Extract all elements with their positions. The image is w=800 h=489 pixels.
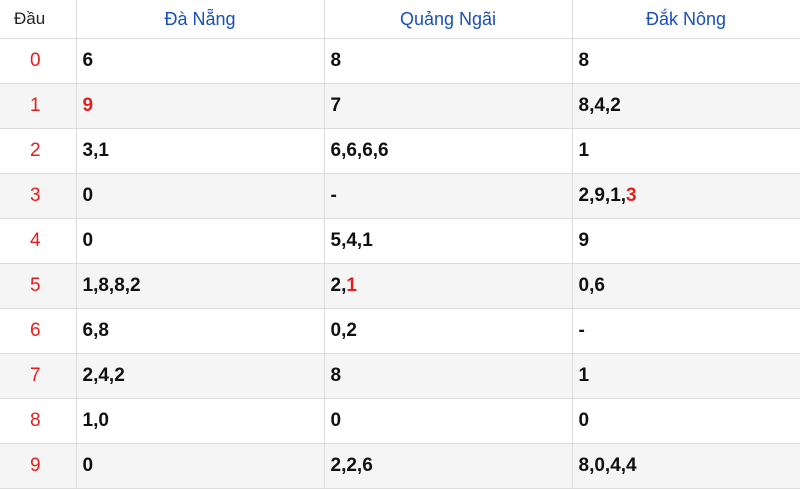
table-row: 4 0 5,4,1 9: [0, 218, 800, 264]
head-number: 7: [0, 353, 77, 399]
loto-cell: 1,8,8,2: [76, 263, 325, 309]
loto-cell: 1: [572, 128, 800, 174]
loto-cell: 3,1: [76, 128, 325, 174]
head-number: 1: [0, 83, 77, 129]
loto-cell: 1: [572, 353, 800, 399]
loto-values: 8: [330, 365, 342, 386]
loto-values: 6,8: [82, 320, 109, 341]
loto-cell: 2,9,1,3: [572, 173, 800, 219]
loto-cell: 0: [76, 173, 325, 219]
loto-cell: 2,1: [324, 263, 573, 309]
table-row: 1 9 7 8,4,2: [0, 83, 800, 129]
loto-cell: 6: [76, 38, 325, 84]
head-number: 0: [0, 38, 77, 84]
loto-cell: 0,6: [572, 263, 800, 309]
loto-values: 2,4,2: [82, 365, 125, 386]
loto-values: 5,4,1: [330, 230, 373, 251]
loto-values: 8: [578, 50, 590, 71]
loto-values: 0: [578, 410, 590, 431]
loto-values: 2,9,1,: [578, 185, 627, 206]
head-number: 2: [0, 128, 77, 174]
loto-values: 0: [82, 185, 94, 206]
loto-values: 8: [330, 50, 342, 71]
head-column-header: Đầu: [0, 0, 77, 39]
head-number: 6: [0, 308, 77, 354]
loto-values: 9: [578, 230, 590, 251]
loto-values: 1,0: [82, 410, 109, 431]
table-row: 8 1,0 0 0: [0, 398, 800, 444]
loto-cell: -: [324, 173, 573, 219]
loto-values: 0,6: [578, 275, 605, 296]
loto-cell: 0: [76, 218, 325, 264]
loto-cell: 8: [324, 38, 573, 84]
table-row: 5 1,8,8,2 2,1 0,6: [0, 263, 800, 309]
loto-values: 0: [82, 230, 94, 251]
loto-values: 1: [578, 365, 590, 386]
loto-values: 1: [578, 140, 590, 161]
loto-values: -: [578, 320, 585, 341]
loto-highlight: 1: [346, 275, 357, 296]
loto-cell: 0: [324, 398, 573, 444]
loto-cell: 8,4,2: [572, 83, 800, 129]
loto-cell: 5,4,1: [324, 218, 573, 264]
loto-values: 6: [82, 50, 94, 71]
loto-values: 7: [330, 95, 342, 116]
loto-cell: 8: [572, 38, 800, 84]
table-row: 7 2,4,2 8 1: [0, 353, 800, 399]
loto-values: 3,1: [82, 140, 109, 161]
loto-highlight: 3: [626, 185, 637, 206]
province-header-da-nang[interactable]: Đà Nẵng: [76, 0, 325, 39]
loto-values: 6,6,6,6: [330, 140, 389, 161]
loto-cell: 7: [324, 83, 573, 129]
loto-values: 0: [82, 455, 94, 476]
table-header-row: Đầu Đà Nẵng Quảng Ngãi Đắk Nông: [0, 0, 800, 39]
head-number: 8: [0, 398, 77, 444]
loto-cell: 0: [572, 398, 800, 444]
table-row: 2 3,1 6,6,6,6 1: [0, 128, 800, 174]
loto-values: -: [330, 185, 337, 206]
province-header-dak-nong[interactable]: Đắk Nông: [572, 0, 800, 39]
table-row: 6 6,8 0,2 -: [0, 308, 800, 354]
loto-values: 0,2: [330, 320, 357, 341]
loto-cell: 8: [324, 353, 573, 399]
loto-cell: 9: [572, 218, 800, 264]
province-header-quang-ngai[interactable]: Quảng Ngãi: [324, 0, 573, 39]
loto-values: 2,2,6: [330, 455, 373, 476]
head-number: 4: [0, 218, 77, 264]
table-row: 0 6 8 8: [0, 38, 800, 84]
loto-cell: 6,8: [76, 308, 325, 354]
loto-values: 2,: [330, 275, 347, 296]
loto-cell: 0,2: [324, 308, 573, 354]
loto-values: 8,4,2: [578, 95, 621, 116]
loto-cell: 6,6,6,6: [324, 128, 573, 174]
loto-cell: 1,0: [76, 398, 325, 444]
loto-values: 0: [330, 410, 342, 431]
loto-values: 1,8,8,2: [82, 275, 141, 296]
loto-cell: 2,4,2: [76, 353, 325, 399]
loto-head-table: Đầu Đà Nẵng Quảng Ngãi Đắk Nông 0 6 8 8 …: [0, 0, 800, 489]
loto-highlight: 9: [82, 95, 94, 116]
loto-values: 8,0,4,4: [578, 455, 637, 476]
table-row: 3 0 - 2,9,1,3: [0, 173, 800, 219]
head-number: 5: [0, 263, 77, 309]
loto-cell: -: [572, 308, 800, 354]
head-number: 3: [0, 173, 77, 219]
loto-cell: 9: [76, 83, 325, 129]
